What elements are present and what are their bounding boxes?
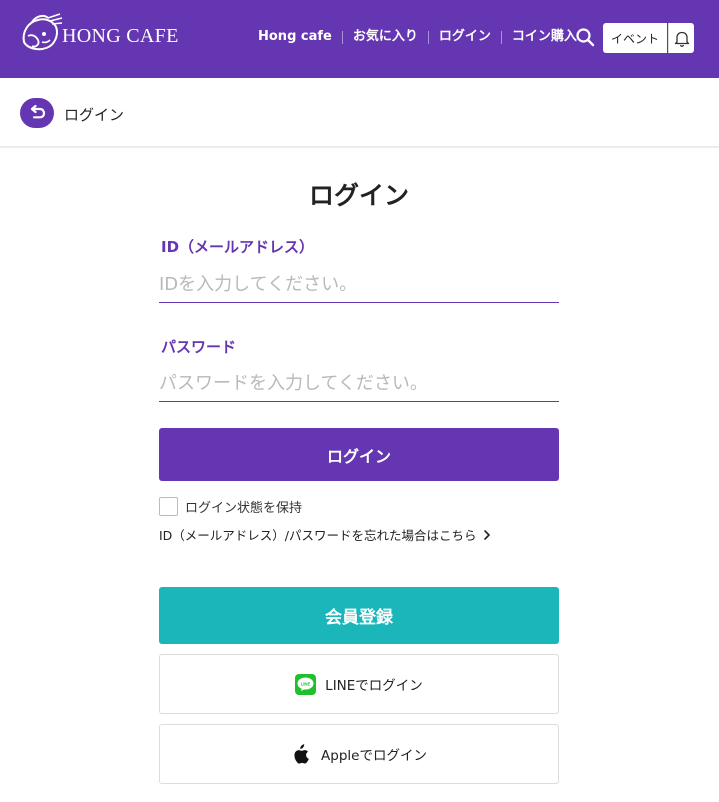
login-button[interactable]: ログイン bbox=[159, 428, 559, 481]
nav-hong-cafe[interactable]: Hong cafe bbox=[258, 27, 332, 47]
line-icon-text: LINE bbox=[301, 681, 311, 686]
nav-divider bbox=[341, 30, 343, 44]
keep-login-row: ログイン状態を保持 bbox=[159, 497, 302, 516]
forgot-credentials-text: ID（メールアドレス）/パスワードを忘れた場合はこちら bbox=[159, 528, 477, 543]
nav-divider bbox=[427, 30, 429, 44]
notification-button[interactable] bbox=[668, 23, 694, 53]
keep-login-checkbox[interactable] bbox=[159, 497, 178, 516]
hong-cafe-logo[interactable]: HONG CAFE bbox=[18, 12, 179, 56]
back-button[interactable] bbox=[20, 98, 54, 128]
id-email-input[interactable] bbox=[159, 267, 559, 303]
logo-mark-icon bbox=[22, 13, 63, 51]
register-button[interactable]: 会員登録 bbox=[159, 587, 559, 644]
event-button[interactable]: イベント bbox=[603, 23, 667, 53]
nav-divider bbox=[500, 30, 502, 44]
bell-icon bbox=[674, 31, 689, 47]
line-login-label: LINEでログイン bbox=[325, 678, 423, 694]
forgot-credentials-link[interactable]: ID（メールアドレス）/パスワードを忘れた場合はこちら bbox=[159, 525, 491, 544]
id-label: ID（メールアドレス） bbox=[161, 238, 315, 256]
keep-login-label[interactable]: ログイン状態を保持 bbox=[185, 497, 302, 516]
apple-login-button[interactable]: Appleでログイン bbox=[159, 724, 559, 784]
line-logo-glyph: LINE bbox=[297, 677, 314, 691]
breadcrumb: ログイン bbox=[0, 78, 719, 148]
nav-favorites[interactable]: お気に入り bbox=[353, 27, 418, 47]
main-nav: Hong cafe お気に入り ログイン コイン購入 bbox=[258, 27, 577, 47]
line-login-button[interactable]: LINE LINEでログイン bbox=[159, 654, 559, 714]
apple-login-label: Appleでログイン bbox=[321, 748, 427, 764]
apple-icon bbox=[294, 743, 309, 764]
back-arrow-icon bbox=[30, 105, 46, 119]
top-header: HONG CAFE Hong cafe お気に入り ログイン コイン購入 イベン… bbox=[0, 0, 719, 78]
chevron-right-icon bbox=[483, 529, 490, 540]
nav-buy-coins[interactable]: コイン購入 bbox=[512, 27, 577, 47]
password-input[interactable] bbox=[159, 366, 559, 402]
breadcrumb-label: ログイン bbox=[64, 106, 125, 124]
nav-login[interactable]: ログイン bbox=[439, 27, 491, 47]
password-label: パスワード bbox=[161, 338, 237, 356]
line-icon: LINE bbox=[295, 673, 317, 695]
page-title: ログイン bbox=[308, 181, 409, 210]
search-icon[interactable] bbox=[575, 27, 595, 47]
logo-text: HONG CAFE bbox=[62, 24, 179, 47]
